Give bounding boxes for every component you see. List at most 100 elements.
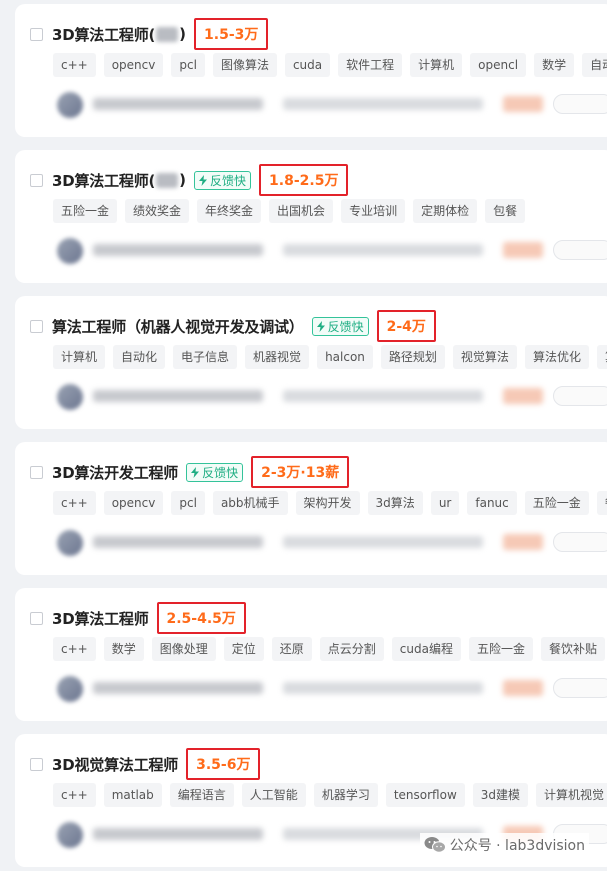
job-title-row: 算法工程师（机器人视觉开发及调试） 反馈快 2-4万: [30, 310, 607, 342]
redacted-block: [283, 244, 483, 256]
job-card[interactable]: 3D算法工程师 2.5-4.5万 c++ 数学 图像处理 定位 还原 点云分割 cuda编程 五险…: [15, 588, 607, 721]
redacted-block: [93, 390, 263, 402]
job-title-row: 3D视觉算法工程师 3.5-6万: [30, 748, 607, 780]
salary-highlight: 1.5-3万: [194, 18, 269, 50]
skill-tag: c++: [53, 491, 96, 515]
redacted-block: [503, 96, 543, 112]
skill-tag: 定位: [223, 637, 264, 661]
select-checkbox[interactable]: [30, 757, 43, 771]
redacted-button[interactable]: [553, 240, 607, 260]
company-avatar: [57, 92, 83, 118]
company-info-redacted: [53, 238, 607, 264]
job-title-row: 3D算法工程师() 反馈快 1.8-2.5万: [30, 164, 607, 196]
job-card[interactable]: 算法工程师（机器人视觉开发及调试） 反馈快 2-4万 计算机 自动化 电子信息 机器视觉 ha…: [15, 296, 607, 429]
skill-tag: pcl: [171, 491, 205, 515]
skill-tag: 数学: [534, 53, 575, 77]
skill-tag: 3d建模: [472, 783, 529, 807]
skill-tag: 机器视觉: [245, 345, 310, 369]
job-title[interactable]: 3D视觉算法工程师: [52, 754, 178, 775]
title-redacted: [156, 172, 179, 188]
company-avatar: [57, 384, 83, 410]
job-title-row: 3D算法工程师 2.5-4.5万: [30, 602, 607, 634]
skill-tag: 点云分割: [319, 637, 384, 661]
job-title[interactable]: 3D算法工程师(: [52, 24, 155, 45]
job-title-suffix: ): [179, 171, 187, 189]
skill-tag: 数学: [103, 637, 144, 661]
salary-highlight: 2.5-4.5万: [156, 602, 246, 634]
skill-tag: 绩效奖金: [125, 199, 190, 223]
redacted-button[interactable]: [553, 94, 607, 114]
skill-tag: opencv: [103, 491, 164, 515]
redacted-block: [503, 534, 543, 550]
redacted-block: [93, 98, 263, 110]
skill-tag: opencv: [103, 53, 164, 77]
skill-tag: 架构开发: [295, 491, 360, 515]
lightning-icon: [191, 466, 200, 478]
redacted-block: [93, 244, 263, 256]
fast-feedback-label: 反馈快: [202, 465, 239, 480]
lightning-icon: [316, 320, 325, 332]
skill-tag: ur: [430, 491, 460, 515]
company-avatar: [57, 676, 83, 702]
skill-tag: 图像处理: [151, 637, 216, 661]
tag-list: c++数学图像处理定位还原点云分割cuda编程五险一金餐饮补贴节: [53, 637, 607, 661]
skill-tag: 专业培训: [341, 199, 406, 223]
skill-tag: fanuc: [467, 491, 517, 515]
company-info-redacted: [53, 92, 607, 118]
skill-tag: 餐饮补: [596, 491, 607, 515]
skill-tag: 自动化: [582, 53, 607, 77]
job-title[interactable]: 3D算法工程师(: [52, 170, 155, 191]
skill-tag: pcl: [171, 53, 205, 77]
skill-tag: 年终奖金: [197, 199, 262, 223]
salary-highlight: 1.8-2.5万: [259, 164, 349, 196]
skill-tag: 还原: [271, 637, 312, 661]
redacted-button[interactable]: [553, 678, 607, 698]
skill-tag: tensorflow: [385, 783, 465, 807]
skill-tag: 编程语言: [169, 783, 234, 807]
skill-tag: 五险一金: [468, 637, 533, 661]
redacted-block: [93, 828, 263, 840]
fast-feedback-badge: 反馈快: [194, 170, 252, 190]
job-title[interactable]: 3D算法开发工程师: [52, 462, 178, 483]
select-checkbox[interactable]: [30, 27, 43, 41]
skill-tag: 餐饮补贴: [541, 637, 606, 661]
skill-tag: 计算机: [53, 345, 106, 369]
skill-tag: cuda: [284, 53, 331, 77]
company-avatar: [57, 822, 83, 848]
redacted-block: [283, 98, 483, 110]
skill-tag: 软件工程: [338, 53, 403, 77]
job-title[interactable]: 算法工程师（机器人视觉开发及调试）: [52, 316, 304, 337]
select-checkbox[interactable]: [30, 173, 43, 187]
skill-tag: 3d算法: [367, 491, 423, 515]
tag-list: c++ opencv pcl abb机械手架构开发 3d算法 urfanuc 五险一金餐饮补: [53, 491, 607, 515]
skill-tag: 计算机: [410, 53, 463, 77]
skill-tag: matlab: [103, 783, 162, 807]
tag-list: c++ matlab 编程语言 人工智能 机器学习 tensorflow 3d建模 计算机视觉…: [53, 783, 607, 807]
job-title-row: 3D算法工程师() 1.5-3万: [30, 18, 607, 50]
skill-tag: 视觉算法: [452, 345, 517, 369]
skill-tag: c++: [53, 783, 96, 807]
select-checkbox[interactable]: [30, 611, 43, 625]
skill-tag: 人工智能: [241, 783, 306, 807]
redacted-block: [283, 682, 483, 694]
redacted-button[interactable]: [553, 532, 607, 552]
select-checkbox[interactable]: [30, 465, 43, 479]
company-avatar: [57, 530, 83, 556]
salary-highlight: 3.5-6万: [186, 748, 261, 780]
skill-tag: 出国机会: [269, 199, 334, 223]
skill-tag: 五险一金: [524, 491, 589, 515]
fast-feedback-label: 反馈快: [210, 173, 247, 188]
skill-tag: 计算机视觉: [536, 783, 607, 807]
company-info-redacted: [53, 384, 607, 410]
select-checkbox[interactable]: [30, 319, 43, 333]
skill-tag: 自动化: [113, 345, 166, 369]
job-card[interactable]: 3D算法工程师() 反馈快 1.8-2.5万 五险一金 绩效奖金 年终奖金 出国机会 专业培训…: [15, 150, 607, 283]
redacted-block: [93, 682, 263, 694]
redacted-button[interactable]: [553, 386, 607, 406]
tag-list: c++ opencv pcl 图像算法 cuda 软件工程计算机 opencl 数学自动化: [53, 53, 607, 77]
job-card[interactable]: 3D算法开发工程师 反馈快 2-3万·13薪 c++ opencv pcl abb机械手 架构…: [15, 442, 607, 575]
job-card[interactable]: 3D算法工程师() 1.5-3万 c++ opencv pcl 图像算法 cuda 软件工程计…: [15, 4, 607, 137]
skill-tag: opencl: [470, 53, 527, 77]
skill-tag: 算: [596, 345, 607, 369]
job-title[interactable]: 3D算法工程师: [52, 608, 149, 629]
